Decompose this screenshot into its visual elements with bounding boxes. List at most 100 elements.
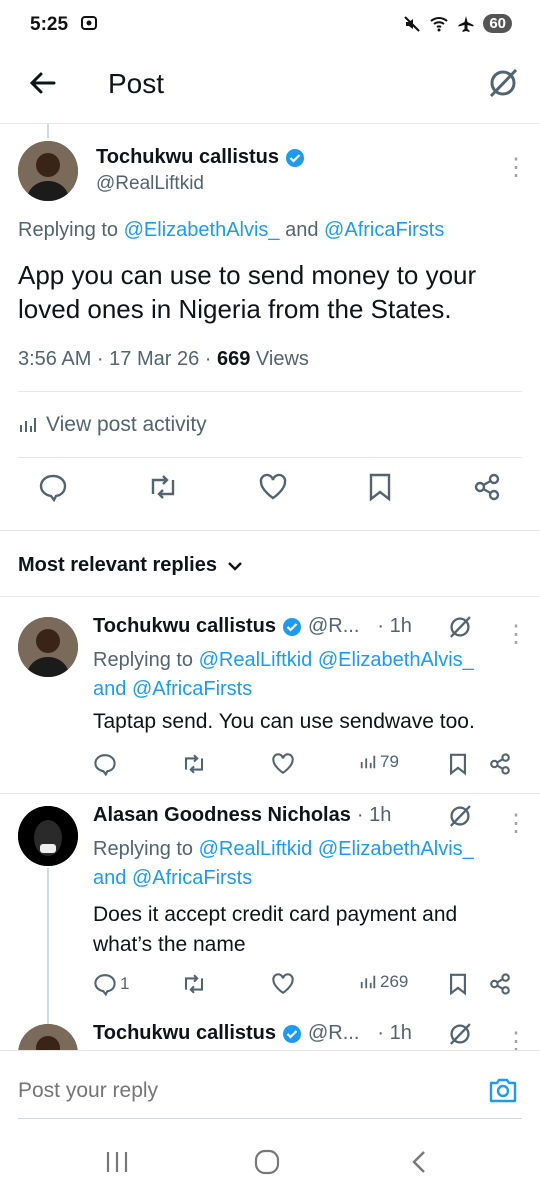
share-icon[interactable] xyxy=(488,972,512,996)
replying-prefix: Replying to xyxy=(93,649,199,671)
avatar[interactable] xyxy=(18,141,78,201)
verified-badge-icon xyxy=(286,148,304,167)
views-button[interactable]: 269 xyxy=(359,972,408,992)
reply-icon[interactable] xyxy=(93,752,117,776)
avatar[interactable] xyxy=(18,617,78,677)
bookmark-icon[interactable] xyxy=(448,752,468,776)
post-action-bar xyxy=(18,472,522,516)
repost-icon[interactable] xyxy=(147,472,179,502)
grok-icon[interactable] xyxy=(447,803,473,829)
battery-level: 60 xyxy=(483,14,512,33)
reply-item-clipped: Tochukwu callistus @R... · 1h ⋮ xyxy=(0,1010,540,1050)
like-icon[interactable] xyxy=(258,472,288,502)
post-text: App you can use to send money to your lo… xyxy=(18,260,477,324)
thread-line xyxy=(47,124,49,138)
mention-link[interactable]: @RealLiftkid xyxy=(199,838,313,860)
wifi-icon xyxy=(430,16,448,31)
reply-count: 1 xyxy=(120,974,130,993)
camera-icon[interactable] xyxy=(488,1076,518,1104)
views-count: 669 xyxy=(216,348,251,370)
page-header: Post xyxy=(0,50,540,124)
mention-link[interactable]: @AfricaFirsts xyxy=(132,867,252,889)
reply-time: · 1h xyxy=(377,615,412,637)
reply-handle[interactable]: @R... xyxy=(308,615,359,638)
bookmark-icon[interactable] xyxy=(367,472,393,502)
replying-to: Replying to @ElizabethAlvis_ and @Africa… xyxy=(18,216,444,245)
reply-author-name[interactable]: Tochukwu callistus xyxy=(93,1022,276,1045)
bookmark-icon[interactable] xyxy=(448,972,468,996)
page-title: Post xyxy=(108,68,165,99)
thread-line xyxy=(47,868,49,1028)
divider xyxy=(18,391,522,392)
divider xyxy=(0,530,540,531)
reply-text: Does it accept credit card payment and w… xyxy=(93,903,458,956)
mention-link[interactable]: @RealLiftkid xyxy=(199,649,313,671)
replying-prefix: Replying to xyxy=(93,838,199,860)
views-button[interactable]: 79 xyxy=(359,752,399,772)
airplane-icon xyxy=(458,15,474,32)
reply-time: · 1h xyxy=(356,804,392,826)
avatar[interactable] xyxy=(18,806,78,866)
reply-handle[interactable]: @R... xyxy=(308,1022,359,1045)
replying-and: and xyxy=(279,219,325,241)
views-count: 79 xyxy=(380,752,399,771)
mention-link[interactable]: @ElizabethAlvis_ xyxy=(318,649,474,671)
grok-icon[interactable] xyxy=(447,614,473,640)
verified-badge-icon xyxy=(283,617,301,636)
avatar-photo xyxy=(18,617,78,677)
avatar-photo xyxy=(18,806,78,866)
reply-button[interactable]: 1 xyxy=(93,972,129,996)
reply-icon[interactable] xyxy=(38,472,68,502)
reply-author-name[interactable]: Tochukwu callistus xyxy=(93,615,276,638)
views-label: Views xyxy=(250,348,309,370)
more-options-icon[interactable]: ⋮ xyxy=(504,812,528,836)
status-bar: 5:25 60 xyxy=(0,0,540,50)
more-options-icon[interactable]: ⋮ xyxy=(504,1030,528,1051)
mention-link[interactable]: @AfricaFirsts xyxy=(132,678,252,700)
share-icon[interactable] xyxy=(472,472,502,502)
screenshot-icon xyxy=(81,16,97,30)
sort-replies-dropdown[interactable]: Most relevant replies xyxy=(18,554,243,577)
more-options-icon[interactable]: ⋮ xyxy=(504,623,528,647)
home-icon[interactable] xyxy=(254,1149,280,1175)
more-options-icon[interactable]: ⋮ xyxy=(504,156,528,180)
replying-to: Replying to @RealLiftkid @ElizabethAlvis… xyxy=(93,835,533,893)
view-activity-button[interactable]: View post activity xyxy=(18,413,207,437)
reply-text: Taptap send. You can use sendwave too. xyxy=(93,710,475,733)
reply-author-name[interactable]: Alasan Goodness Nicholas xyxy=(93,804,351,827)
analytics-icon xyxy=(360,755,376,769)
avatar[interactable] xyxy=(18,1024,78,1050)
share-icon[interactable] xyxy=(488,752,512,776)
status-tray: 60 xyxy=(403,14,512,33)
recent-apps-icon[interactable] xyxy=(104,1150,130,1174)
verified-badge-icon xyxy=(283,1024,301,1043)
sort-label: Most relevant replies xyxy=(18,554,217,576)
post-meta: 3:56 AM · 17 Mar 26 · 669 Views xyxy=(18,348,309,371)
back-nav-icon[interactable] xyxy=(408,1150,430,1174)
mention-link[interactable]: @ElizabethAlvis_ xyxy=(318,838,474,860)
back-arrow-icon[interactable] xyxy=(28,68,58,98)
post-timestamp: 3:56 AM · 17 Mar 26 · xyxy=(18,348,217,370)
mention-link[interactable]: @ElizabethAlvis_ xyxy=(124,219,280,241)
author-name-row[interactable]: Tochukwu callistus xyxy=(96,146,305,169)
reply-header: Tochukwu callistus @R... · 1h xyxy=(93,615,412,638)
reply-action-bar: 1 269 xyxy=(93,970,513,998)
reply-action-bar: 79 xyxy=(93,750,513,778)
grok-icon[interactable] xyxy=(486,66,520,100)
analytics-icon xyxy=(360,975,376,989)
divider xyxy=(0,1050,540,1051)
reply-header: Alasan Goodness Nicholas · 1h xyxy=(93,804,391,827)
author-name[interactable]: Tochukwu callistus xyxy=(96,146,279,169)
grok-icon[interactable] xyxy=(447,1021,473,1047)
like-icon[interactable] xyxy=(271,752,295,776)
like-icon[interactable] xyxy=(271,972,295,996)
replying-prefix: Replying to xyxy=(18,219,124,241)
reply-input[interactable] xyxy=(18,1074,458,1108)
views-count: 269 xyxy=(380,972,409,991)
mute-icon xyxy=(404,15,421,32)
reply-header: Tochukwu callistus @R... · 1h xyxy=(93,1022,412,1045)
repost-icon[interactable] xyxy=(181,752,207,776)
repost-icon[interactable] xyxy=(181,972,207,996)
mention-link[interactable]: @AfricaFirsts xyxy=(324,219,444,241)
author-handle[interactable]: @RealLiftkid xyxy=(96,173,204,195)
